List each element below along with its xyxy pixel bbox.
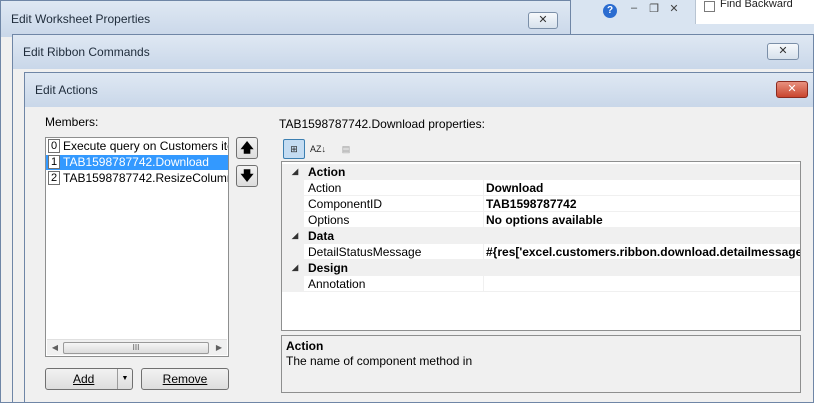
property-value[interactable]: No options available	[483, 212, 800, 228]
expand-icon[interactable]: ◢	[292, 164, 298, 180]
window-title: Edit Actions	[35, 83, 98, 97]
category-row[interactable]: ◢ Action	[282, 164, 800, 180]
property-name: Options	[308, 213, 350, 227]
find-backward-label: Find Backward	[720, 0, 793, 10]
item-text: TAB1598787742.Download	[63, 155, 209, 169]
list-item-selected[interactable]: 1 TAB1598787742.Download	[46, 155, 228, 170]
property-name: DetailStatusMessage	[308, 245, 422, 259]
property-row[interactable]: ComponentID TAB1598787742	[282, 196, 800, 212]
item-text: TAB1598787742.ResizeColumns	[63, 171, 228, 185]
property-value[interactable]: Download	[483, 180, 800, 196]
property-row[interactable]: DetailStatusMessage #{res['excel.custome…	[282, 244, 800, 260]
close-button[interactable]: ✕	[528, 12, 558, 29]
description-heading: Action	[286, 339, 324, 353]
edit-actions-window: Edit Actions ✕ Members: 0 Execute query o…	[24, 72, 814, 403]
property-name: ComponentID	[308, 197, 383, 211]
close-icon[interactable]: ✕	[667, 2, 681, 16]
property-value[interactable]: TAB1598787742	[483, 196, 800, 212]
arrow-up-icon: 🡅	[240, 140, 254, 155]
row-gutter	[282, 276, 304, 292]
window-title: Edit Worksheet Properties	[11, 12, 151, 26]
property-row[interactable]: Action Download	[282, 180, 800, 196]
scroll-left-icon[interactable]: ◀	[49, 342, 61, 354]
help-icon[interactable]: ?	[603, 4, 617, 18]
row-gutter	[282, 212, 304, 228]
row-gutter	[282, 196, 304, 212]
row-gutter	[282, 244, 304, 260]
remove-button[interactable]: Remove	[141, 368, 229, 390]
members-list[interactable]: 0Execute query on Customers iterator 1TA…	[45, 137, 229, 357]
categorized-icon[interactable]: ⊞	[283, 139, 305, 159]
category-row[interactable]: ◢ Design	[282, 260, 800, 276]
property-value[interactable]: #{res['excel.customers.ribbon.download.d…	[483, 244, 800, 260]
item-text: Execute query on Customers iterator	[63, 139, 228, 153]
titlebar: Edit Actions ✕	[25, 73, 813, 107]
minimize-icon[interactable]: –	[627, 2, 641, 16]
remove-button-label: Remove	[162, 372, 208, 386]
expand-icon[interactable]: ◢	[292, 260, 298, 276]
horizontal-scrollbar[interactable]: ◀ III ▶	[47, 339, 227, 355]
category-row[interactable]: ◢ Data	[282, 228, 800, 244]
item-index: 2	[48, 171, 60, 185]
expand-icon[interactable]: ◢	[292, 228, 298, 244]
move-down-button[interactable]: 🡇	[236, 165, 258, 187]
properties-title: TAB1598787742.Download properties:	[279, 117, 485, 131]
close-button[interactable]: ✕	[767, 43, 799, 60]
restore-icon[interactable]: ❐	[647, 2, 661, 16]
description-panel: Action The name of component method invo…	[281, 335, 801, 393]
category-name: Data	[308, 229, 335, 243]
close-button[interactable]: ✕	[776, 81, 808, 98]
find-backward-checkbox[interactable]	[704, 1, 715, 12]
property-pages-icon[interactable]: ▤	[335, 139, 357, 159]
members-label: Members:	[45, 115, 99, 129]
scroll-right-icon[interactable]: ▶	[213, 342, 225, 354]
item-index: 0	[48, 139, 60, 153]
description-text: The name of component method invoked	[286, 354, 472, 368]
window-title: Edit Ribbon Commands	[23, 45, 150, 59]
add-button[interactable]: Add ▼	[45, 368, 133, 390]
item-index: 1	[48, 155, 60, 169]
add-button-label: Add	[73, 372, 95, 386]
property-row[interactable]: Options No options available	[282, 212, 800, 228]
titlebar: Edit Worksheet Properties ✕	[1, 1, 570, 37]
row-gutter	[282, 180, 304, 196]
arrow-down-icon: 🡇	[240, 168, 254, 183]
titlebar: Edit Ribbon Commands ✕	[13, 35, 813, 69]
category-name: Design	[308, 261, 349, 275]
add-dropdown-icon[interactable]: ▼	[117, 369, 132, 389]
list-item[interactable]: 0Execute query on Customers iterator	[46, 139, 228, 154]
find-options-area: Find Backward	[695, 0, 814, 24]
scroll-thumb[interactable]: III	[63, 342, 209, 354]
alphabetical-icon[interactable]: AZ↓	[307, 139, 329, 159]
list-item[interactable]: 2 TAB1598787742.ResizeColumns	[46, 171, 228, 186]
property-value[interactable]	[483, 276, 800, 292]
move-up-button[interactable]: 🡅	[236, 137, 258, 159]
property-name: Annotation	[308, 277, 366, 291]
property-grid[interactable]: ◢ Action Action Download ComponentID TAB…	[281, 161, 801, 331]
background-app-strip: ? – ❐ ✕ Find Backward	[571, 0, 814, 36]
property-name: Action	[308, 181, 342, 195]
category-name: Action	[308, 165, 346, 179]
property-row[interactable]: Annotation	[282, 276, 800, 292]
